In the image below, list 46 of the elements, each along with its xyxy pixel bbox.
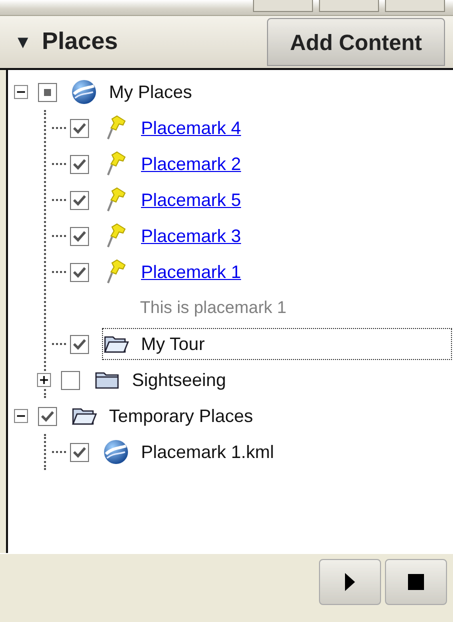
- tree-item[interactable]: Placemark 5: [103, 185, 451, 215]
- panel-title: Places: [42, 27, 118, 57]
- add-content-button[interactable]: Add Content: [267, 18, 445, 66]
- checkbox[interactable]: [70, 190, 89, 210]
- tree-item[interactable]: Placemark 1.kml: [103, 437, 451, 467]
- play-icon: [345, 572, 355, 590]
- item-label[interactable]: My Tour: [139, 330, 207, 358]
- toolbar-button[interactable]: [319, 0, 379, 12]
- tree-item[interactable]: My Places: [71, 77, 451, 107]
- tree-item[interactable]: My Tour: [103, 329, 451, 359]
- checkbox[interactable]: [70, 226, 89, 246]
- placemark-link[interactable]: Placemark 3: [139, 222, 244, 250]
- tree-item[interactable]: Placemark 4: [103, 113, 451, 143]
- stop-button[interactable]: [385, 558, 447, 604]
- item-label[interactable]: Temporary Places: [107, 402, 256, 430]
- placemark-description: This is placemark 1: [139, 297, 288, 320]
- play-button[interactable]: [319, 558, 381, 604]
- tree-item[interactable]: Sightseeing: [94, 365, 451, 395]
- checkbox[interactable]: [38, 82, 57, 102]
- placemark-link[interactable]: Placemark 4: [139, 114, 244, 142]
- placemark-link[interactable]: Placemark 5: [139, 186, 244, 214]
- checkbox[interactable]: [61, 370, 80, 390]
- stop-icon: [408, 574, 424, 590]
- collapse-icon[interactable]: [14, 409, 28, 423]
- tree-item[interactable]: Placemark 2: [103, 149, 451, 179]
- placemark-link[interactable]: Placemark 2: [139, 150, 244, 178]
- tree-item[interactable]: Placemark 3: [103, 221, 451, 251]
- tree-item[interactable]: Temporary Places: [71, 401, 451, 431]
- collapse-toggle[interactable]: ▼: [14, 28, 32, 56]
- toolbar-button[interactable]: [253, 0, 313, 12]
- checkbox[interactable]: [70, 442, 89, 462]
- checkbox[interactable]: [70, 118, 89, 138]
- item-label[interactable]: Placemark 1.kml: [139, 438, 276, 466]
- item-label[interactable]: My Places: [107, 78, 194, 106]
- checkbox[interactable]: [38, 406, 57, 426]
- globe-icon: [71, 79, 97, 105]
- expand-icon[interactable]: [37, 373, 51, 387]
- placemark-link[interactable]: Placemark 1: [139, 258, 244, 286]
- checkbox[interactable]: [70, 154, 89, 174]
- globe-icon: [103, 439, 129, 465]
- toolbar-button[interactable]: [385, 0, 445, 12]
- checkbox[interactable]: [70, 334, 89, 354]
- tree-item[interactable]: Placemark 1: [103, 257, 451, 287]
- item-label[interactable]: Sightseeing: [130, 366, 228, 394]
- checkbox[interactable]: [70, 262, 89, 282]
- collapse-icon[interactable]: [14, 85, 28, 99]
